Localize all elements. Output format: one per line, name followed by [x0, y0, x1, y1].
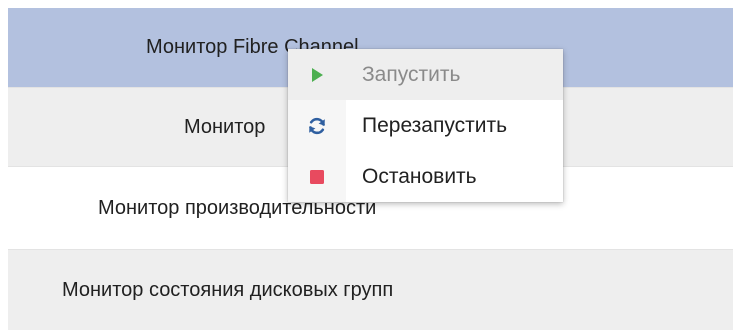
- menu-item-label: Остановить: [362, 164, 477, 188]
- context-menu: Запустить Перезапустить Остановить: [288, 49, 563, 202]
- list-item-label: Монитор: [184, 115, 266, 138]
- list-item-label: Монитор состояния дисковых групп: [62, 278, 394, 301]
- menu-item-restart[interactable]: Перезапустить: [288, 100, 563, 151]
- menu-item-label: Запустить: [362, 62, 461, 86]
- menu-item-label: Перезапустить: [362, 113, 508, 137]
- stop-icon: [288, 151, 346, 202]
- menu-item-start[interactable]: Запустить: [288, 49, 563, 100]
- refresh-icon: [288, 100, 346, 151]
- menu-item-stop[interactable]: Остановить: [288, 151, 563, 202]
- list-item-disk-group-monitor[interactable]: Монитор состояния дисковых групп: [8, 250, 733, 330]
- play-icon: [288, 49, 346, 100]
